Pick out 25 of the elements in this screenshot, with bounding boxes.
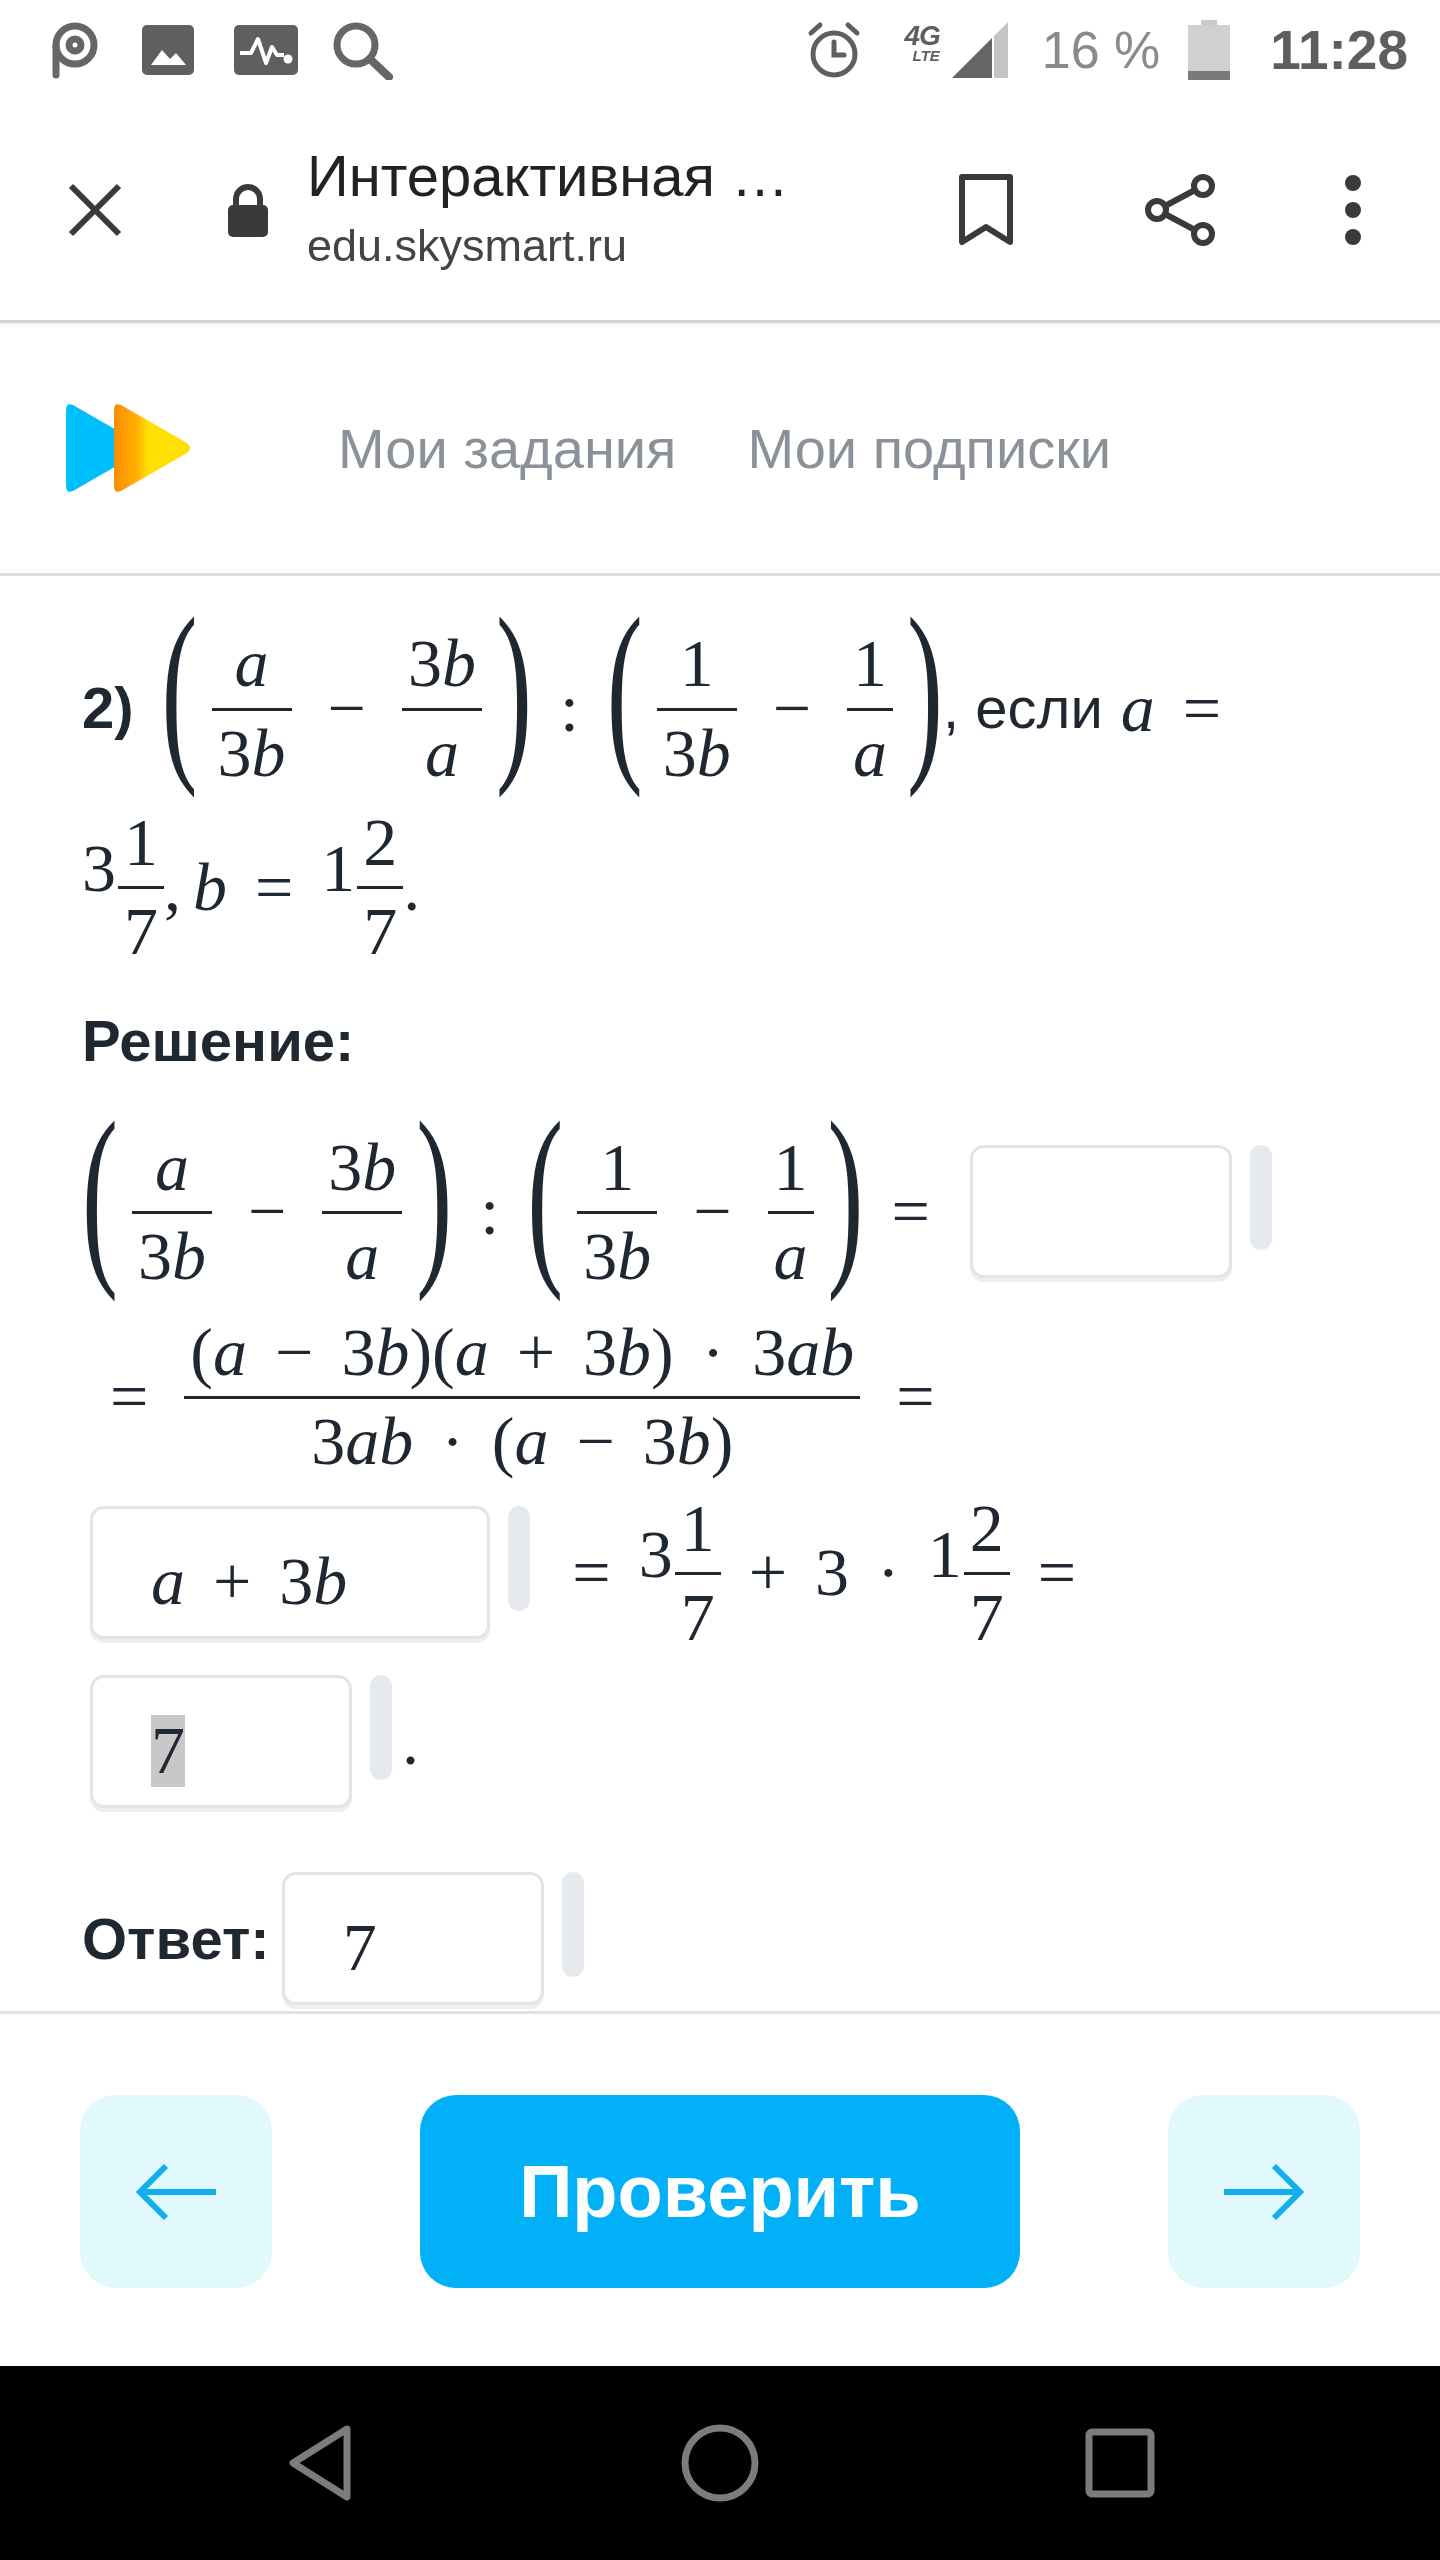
answer-field[interactable]: a + 3b xyxy=(90,1506,491,1640)
clock-time: 11:28 xyxy=(1270,18,1408,82)
battery-percentage: 16 % xyxy=(1041,20,1161,80)
network-technology-label: LTE xyxy=(912,48,940,63)
network-generation-label: 4G xyxy=(904,22,940,50)
math-expression: = (a − 3b)(a + 3b) · 3ab 3ab · (a − 3b) = xyxy=(109,1313,936,1482)
bookmark-icon[interactable] xyxy=(957,172,1015,248)
recent-apps-icon[interactable] xyxy=(1085,2428,1155,2498)
share-icon[interactable] xyxy=(1143,173,1217,247)
page-url: edu.skysmart.ru xyxy=(307,220,629,272)
math-expression: . xyxy=(402,1702,420,1782)
image-icon xyxy=(142,25,194,75)
back-icon[interactable] xyxy=(287,2424,353,2502)
lock-icon xyxy=(226,183,270,237)
solution-heading: Решение: xyxy=(82,1007,356,1076)
more-menu-icon[interactable] xyxy=(1343,173,1363,247)
answer-field[interactable]: 7 xyxy=(90,1675,352,1809)
battery-icon xyxy=(1188,20,1231,80)
page-title: Интерактивная … xyxy=(307,144,790,208)
signal-icon xyxy=(951,22,1008,78)
answer-label: Ответ: xyxy=(82,1904,270,1972)
search-icon xyxy=(331,20,393,80)
pulse-icon xyxy=(234,25,298,75)
answer-field[interactable] xyxy=(969,1145,1232,1279)
home-icon[interactable] xyxy=(680,2423,760,2503)
